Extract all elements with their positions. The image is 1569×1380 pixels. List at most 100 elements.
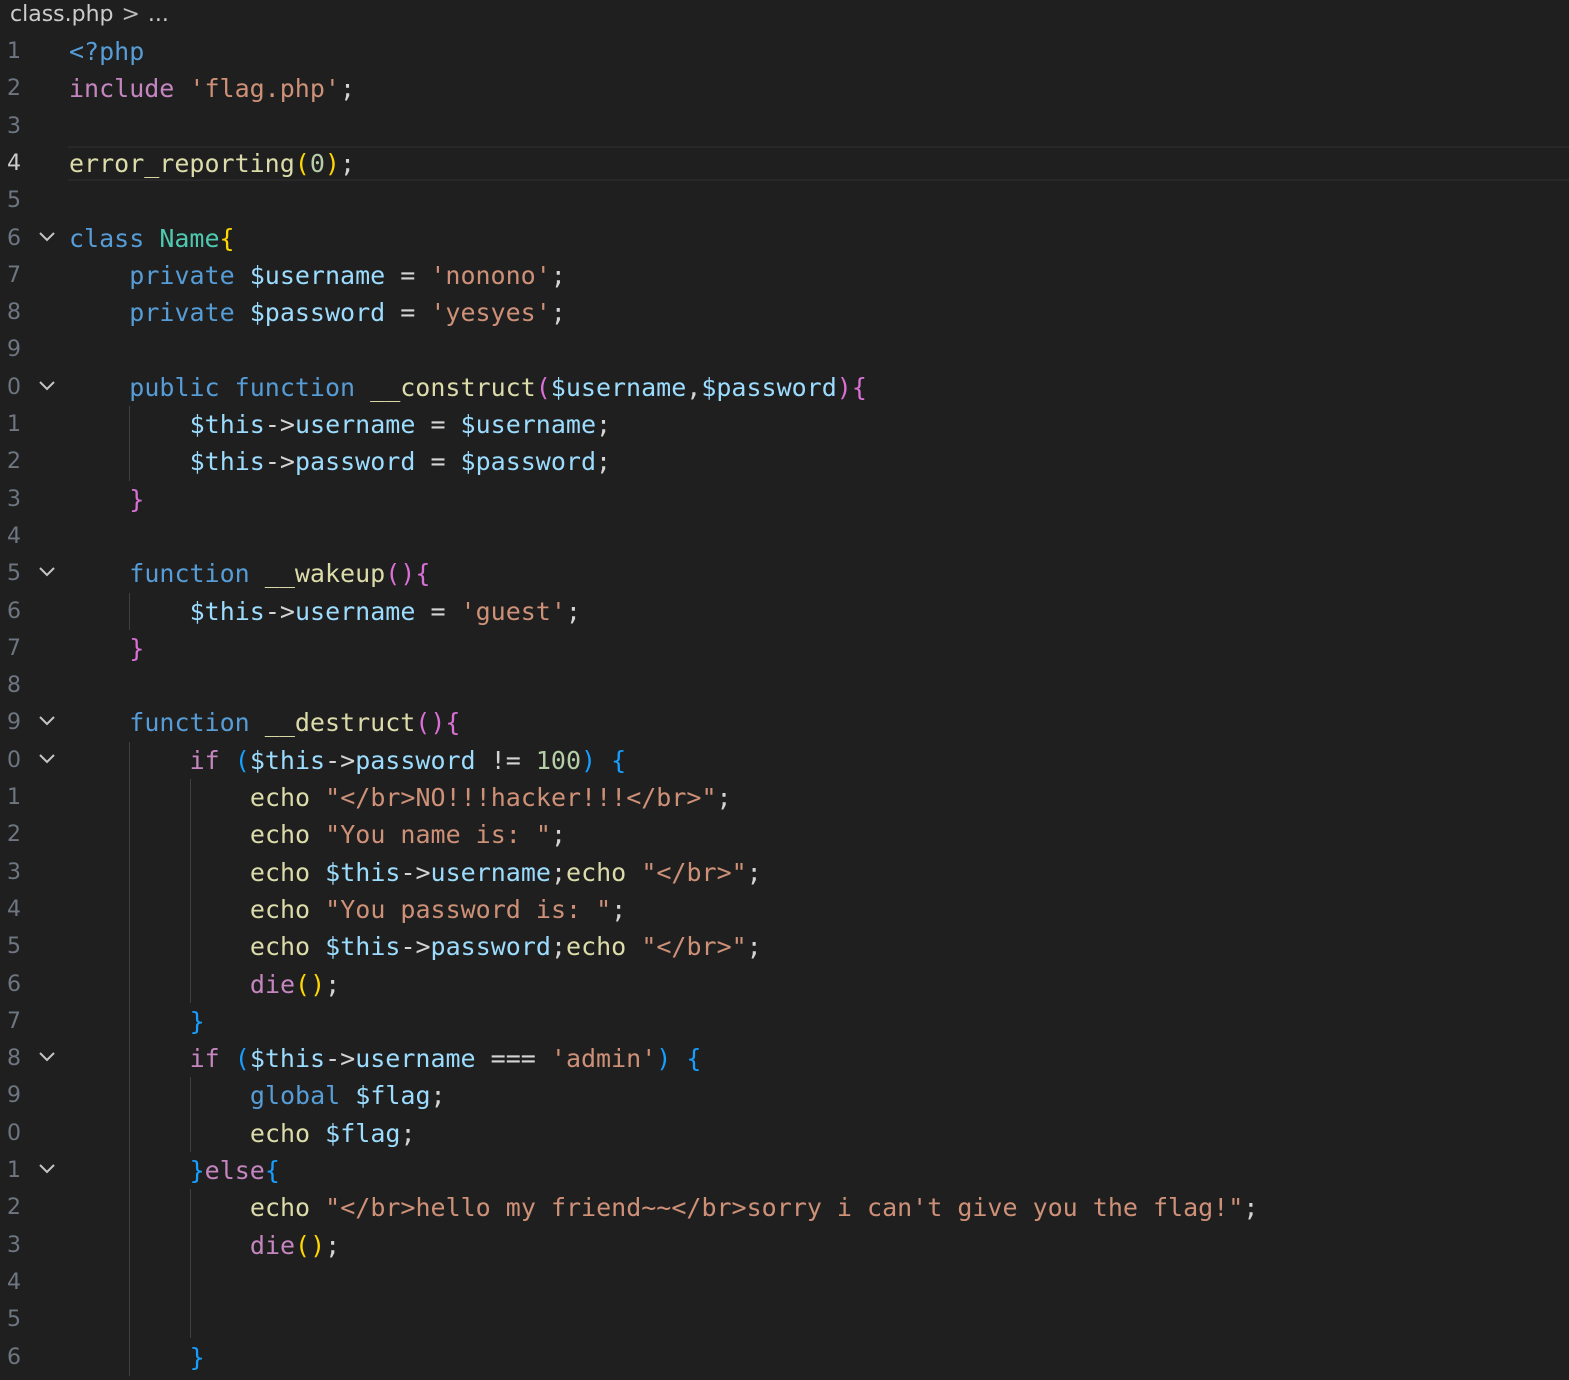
code-line[interactable]: 3 echo $this->username;echo "</br>";	[0, 854, 1569, 891]
code-text[interactable]: private $password = 'yesyes';	[129, 294, 566, 331]
code-line[interactable]: 4 error_reporting(0);	[0, 145, 1569, 182]
code-token: $this	[249, 1044, 326, 1074]
code-text[interactable]: $this->password = $password;	[190, 443, 611, 480]
code-line[interactable]: 0 echo $flag;	[0, 1115, 1569, 1152]
chevron-down-icon[interactable]	[38, 1050, 56, 1064]
code-line[interactable]: 5	[0, 1301, 1569, 1338]
code-text[interactable]: <?php	[69, 33, 144, 70]
line-number: 2	[7, 822, 21, 848]
line-number: 5	[7, 1307, 21, 1333]
code-line[interactable]: 8	[0, 667, 1569, 704]
code-text[interactable]: function __wakeup(){	[129, 555, 430, 592]
code-token: ===	[475, 1044, 551, 1074]
chevron-down-icon[interactable]	[38, 379, 56, 393]
chevron-down-icon[interactable]	[38, 714, 56, 728]
code-line[interactable]: 9 global $flag;	[0, 1077, 1569, 1114]
code-text[interactable]: $this->username = 'guest';	[190, 593, 581, 630]
code-text[interactable]: }else{	[190, 1152, 280, 1189]
chevron-down-icon[interactable]	[38, 230, 56, 244]
code-token: function	[129, 708, 250, 738]
code-line[interactable]: 1 $this->username = $username;	[0, 406, 1569, 443]
code-line[interactable]: 2 echo "</br>hello my friend~~</br>sorry …	[0, 1189, 1569, 1226]
code-text[interactable]: class Name{	[69, 220, 235, 257]
code-line[interactable]: 1 <?php	[0, 33, 1569, 70]
code-token: )	[310, 969, 326, 999]
code-line[interactable]: 3	[0, 108, 1569, 145]
code-line[interactable]: 6 class Name{	[0, 220, 1569, 257]
code-line[interactable]: 6 $this->username = 'guest';	[0, 593, 1569, 630]
code-editor[interactable]: 1 <?php 2 include 'flag.php'; 3 4 error_report…	[0, 33, 1569, 1380]
code-text[interactable]: }	[129, 630, 144, 667]
code-text[interactable]: echo $this->password;echo "</br>";	[250, 928, 762, 965]
chevron-down-icon[interactable]	[38, 565, 56, 579]
code-token: 0	[309, 148, 325, 178]
code-token: }	[189, 1006, 205, 1036]
code-text[interactable]: $this->username = $username;	[190, 406, 611, 443]
code-line[interactable]: 7}	[0, 1003, 1569, 1040]
code-line[interactable]: 6 die();	[0, 966, 1569, 1003]
code-token: "</br>hello my friend~~</br>sorry i can'…	[325, 1193, 1244, 1223]
code-text[interactable]: if ($this->username === 'admin') {	[190, 1040, 702, 1077]
code-line[interactable]: 0 public function __construct($username,$…	[0, 369, 1569, 406]
code-line[interactable]: 1 echo "</br>NO!!!hacker!!!</br>";	[0, 779, 1569, 816]
code-line[interactable]: 5 echo $this->password;echo "</br>";	[0, 928, 1569, 965]
code-text[interactable]: echo $this->username;echo "</br>";	[250, 854, 762, 891]
code-token: 'admin'	[550, 1044, 657, 1074]
line-number: 9	[7, 1083, 21, 1109]
code-text[interactable]: error_reporting(0);	[69, 145, 355, 182]
chevron-down-icon[interactable]	[38, 1162, 56, 1176]
code-text[interactable]: }	[129, 481, 144, 518]
code-text[interactable]: include 'flag.php';	[69, 70, 355, 107]
code-text[interactable]: echo "You password is: ";	[250, 891, 626, 928]
code-line[interactable]: 4	[0, 1264, 1569, 1301]
code-line[interactable]: 2 echo "You name is: ";	[0, 816, 1569, 853]
code-line[interactable]: 3 die();	[0, 1227, 1569, 1264]
code-text[interactable]: public function __construct($username,$p…	[129, 369, 867, 406]
line-number: 0	[7, 747, 21, 773]
code-text[interactable]: echo "</br>NO!!!hacker!!!</br>";	[250, 779, 732, 816]
breadcrumb-more[interactable]: ...	[148, 2, 169, 27]
code-line[interactable]: 6}	[0, 1339, 1569, 1376]
code-line[interactable]: 1}else{	[0, 1152, 1569, 1189]
code-line[interactable]: 0 if ($this->password != 100) {	[0, 742, 1569, 779]
line-number: 7	[7, 635, 21, 661]
breadcrumb-file[interactable]: class.php	[10, 2, 113, 27]
code-token: username	[355, 1044, 476, 1074]
code-token: {	[851, 372, 867, 402]
code-token: =	[415, 447, 461, 477]
code-text[interactable]: die();	[250, 1227, 340, 1264]
breadcrumb[interactable]: class.php >...	[10, 0, 169, 30]
code-text[interactable]: echo "You name is: ";	[250, 816, 566, 853]
code-line[interactable]: 5 function __wakeup(){	[0, 555, 1569, 592]
code-text[interactable]: global $flag;	[250, 1077, 446, 1114]
code-line[interactable]: 7 private $username = 'nonono';	[0, 257, 1569, 294]
code-text[interactable]: function __destruct(){	[129, 704, 460, 741]
code-token: (	[295, 969, 311, 999]
line-number: 2	[7, 1195, 21, 1221]
code-token: 'yesyes'	[430, 298, 551, 328]
line-number: 6	[7, 971, 21, 997]
code-line[interactable]: 8 private $password = 'yesyes';	[0, 294, 1569, 331]
code-text[interactable]: if ($this->password != 100) {	[190, 742, 627, 779]
code-text[interactable]: }	[190, 1339, 205, 1376]
code-text[interactable]: echo $flag;	[250, 1115, 416, 1152]
code-line[interactable]: 2 include 'flag.php';	[0, 70, 1569, 107]
code-text[interactable]: }	[190, 1003, 205, 1040]
code-line[interactable]: 3}	[0, 481, 1569, 518]
code-text[interactable]: echo "</br>hello my friend~~</br>sorry i…	[250, 1189, 1258, 1226]
code-line[interactable]: 5	[0, 182, 1569, 219]
code-line[interactable]: 4	[0, 518, 1569, 555]
code-line[interactable]: 8 if ($this->username === 'admin') {	[0, 1040, 1569, 1077]
code-line[interactable]: 9	[0, 331, 1569, 368]
code-line[interactable]: 2 $this->password = $password;	[0, 443, 1569, 480]
chevron-down-icon[interactable]	[38, 752, 56, 766]
code-text[interactable]: die();	[250, 966, 340, 1003]
code-line[interactable]: 4 echo "You password is: ";	[0, 891, 1569, 928]
code-text[interactable]: private $username = 'nonono';	[129, 257, 566, 294]
code-line[interactable]: 9 function __destruct(){	[0, 704, 1569, 741]
code-line[interactable]: 7}	[0, 630, 1569, 667]
